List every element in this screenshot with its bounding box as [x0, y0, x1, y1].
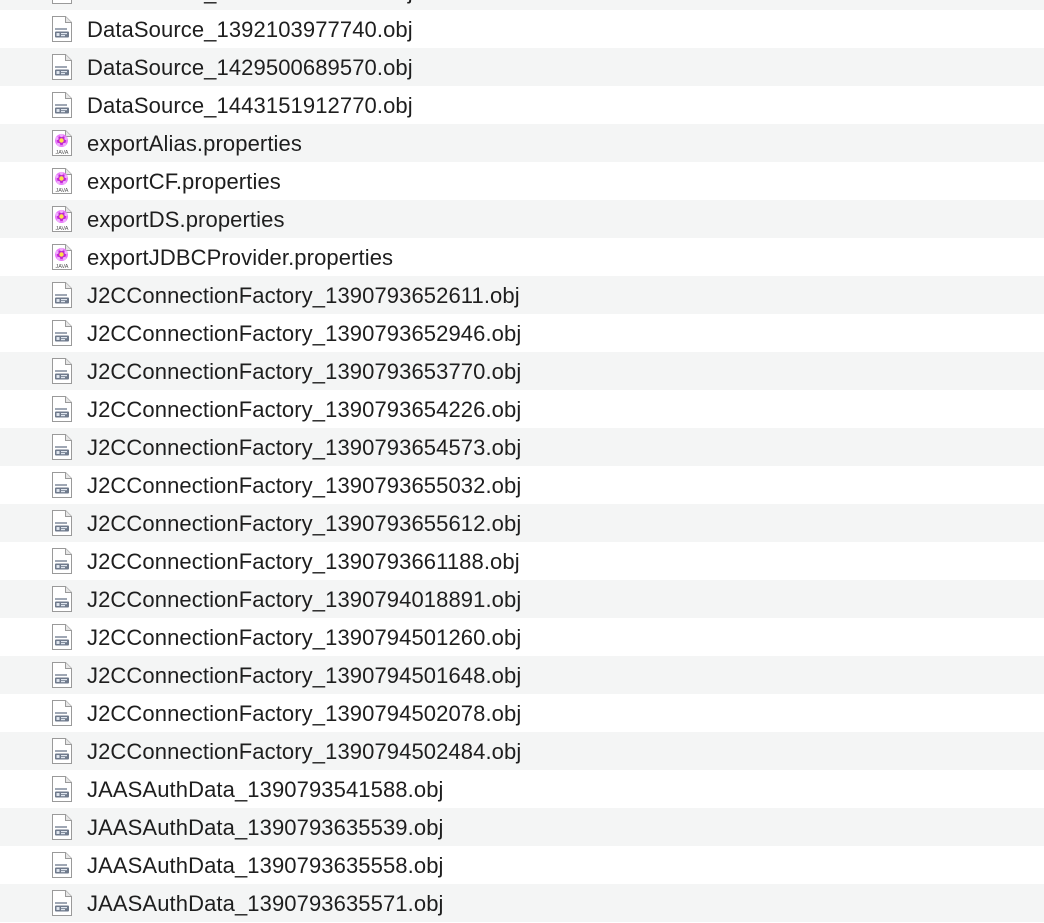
file-name: J2CConnectionFactory_1390794502078.obj — [87, 701, 522, 726]
obj-document-icon — [50, 395, 74, 423]
file-name: exportJDBCProvider.properties — [87, 245, 394, 270]
obj-document-icon — [50, 15, 74, 43]
svg-text:JAVA: JAVA — [56, 264, 69, 270]
file-name: JAASAuthData_1390793541588.obj — [87, 777, 444, 802]
file-row[interactable]: J2CConnectionFactory_1390793655032.obj — [0, 466, 1044, 504]
java-properties-icon: JAVA — [50, 129, 74, 157]
file-row[interactable]: J2CConnectionFactory_1390794502078.obj — [0, 694, 1044, 732]
svg-text:JAVA: JAVA — [56, 226, 69, 232]
obj-document-icon — [50, 623, 74, 651]
file-name: JAASAuthData_1390793635539.obj — [87, 815, 444, 840]
file-row[interactable]: J2CConnectionFactory_1390794018891.obj — [0, 580, 1044, 618]
obj-document-icon — [50, 471, 74, 499]
java-properties-icon: JAVA — [50, 167, 74, 195]
file-name: DataSource_1429500689570.obj — [87, 55, 413, 80]
file-name: J2CConnectionFactory_1390793652946.obj — [87, 321, 522, 346]
obj-document-icon — [50, 91, 74, 119]
file-row[interactable]: J2CConnectionFactory_1390794501260.obj — [0, 618, 1044, 656]
file-name: J2CConnectionFactory_1390793661188.obj — [87, 549, 520, 574]
file-name: J2CConnectionFactory_1390794018891.obj — [87, 587, 522, 612]
file-row[interactable]: J2CConnectionFactory_1390793654573.obj — [0, 428, 1044, 466]
java-properties-icon: JAVA — [50, 243, 74, 271]
obj-document-icon — [50, 585, 74, 613]
file-list: DataSource_1390793603219.obj DataSource_… — [0, 0, 1044, 922]
obj-document-icon — [50, 0, 74, 5]
file-name: J2CConnectionFactory_1390793653770.obj — [87, 359, 522, 384]
obj-document-icon — [50, 53, 74, 81]
file-row[interactable]: DataSource_1390793603219.obj — [0, 0, 1044, 10]
file-name: J2CConnectionFactory_1390794501648.obj — [87, 663, 522, 688]
file-row[interactable]: JAVA exportJDBCProvider.properties — [0, 238, 1044, 276]
file-name: J2CConnectionFactory_1390794501260.obj — [87, 625, 522, 650]
file-row[interactable]: DataSource_1443151912770.obj — [0, 86, 1044, 124]
file-name: J2CConnectionFactory_1390793654573.obj — [87, 435, 522, 460]
file-row[interactable]: JAVA exportDS.properties — [0, 200, 1044, 238]
file-row[interactable]: J2CConnectionFactory_1390793654226.obj — [0, 390, 1044, 428]
obj-document-icon — [50, 319, 74, 347]
file-row[interactable]: DataSource_1392103977740.obj — [0, 10, 1044, 48]
obj-document-icon — [50, 281, 74, 309]
obj-document-icon — [50, 509, 74, 537]
file-row[interactable]: J2CConnectionFactory_1390793655612.obj — [0, 504, 1044, 542]
file-name: J2CConnectionFactory_1390793654226.obj — [87, 397, 522, 422]
file-row[interactable]: JAVA exportAlias.properties — [0, 124, 1044, 162]
file-name: DataSource_1443151912770.obj — [87, 93, 413, 118]
obj-document-icon — [50, 547, 74, 575]
obj-document-icon — [50, 889, 74, 917]
file-row[interactable]: J2CConnectionFactory_1390793661188.obj — [0, 542, 1044, 580]
obj-document-icon — [50, 661, 74, 689]
svg-text:JAVA: JAVA — [56, 188, 69, 194]
file-row[interactable]: DataSource_1429500689570.obj — [0, 48, 1044, 86]
svg-text:JAVA: JAVA — [56, 150, 69, 156]
obj-document-icon — [50, 851, 74, 879]
obj-document-icon — [50, 775, 74, 803]
obj-document-icon — [50, 433, 74, 461]
file-name: JAASAuthData_1390793635558.obj — [87, 853, 444, 878]
file-name: J2CConnectionFactory_1390793655032.obj — [87, 473, 522, 498]
file-name: exportDS.properties — [87, 207, 285, 232]
obj-document-icon — [50, 357, 74, 385]
file-row[interactable]: J2CConnectionFactory_1390793653770.obj — [0, 352, 1044, 390]
obj-document-icon — [50, 813, 74, 841]
file-name: DataSource_1392103977740.obj — [87, 17, 413, 42]
file-row[interactable]: JAASAuthData_1390793541588.obj — [0, 770, 1044, 808]
file-name: J2CConnectionFactory_1390794502484.obj — [87, 739, 522, 764]
file-name: J2CConnectionFactory_1390793652611.obj — [87, 283, 520, 308]
file-name: exportCF.properties — [87, 169, 281, 194]
file-name: DataSource_1390793603219.obj — [87, 0, 413, 10]
obj-document-icon — [50, 699, 74, 727]
obj-document-icon — [50, 737, 74, 765]
file-row[interactable]: J2CConnectionFactory_1390793652946.obj — [0, 314, 1044, 352]
java-properties-icon: JAVA — [50, 205, 74, 233]
file-name: J2CConnectionFactory_1390793655612.obj — [87, 511, 522, 536]
file-row[interactable]: J2CConnectionFactory_1390794501648.obj — [0, 656, 1044, 694]
file-name: exportAlias.properties — [87, 131, 302, 156]
file-row[interactable]: JAASAuthData_1390793635539.obj — [0, 808, 1044, 846]
file-row[interactable]: J2CConnectionFactory_1390794502484.obj — [0, 732, 1044, 770]
file-row[interactable]: J2CConnectionFactory_1390793652611.obj — [0, 276, 1044, 314]
file-row[interactable]: JAVA exportCF.properties — [0, 162, 1044, 200]
file-row[interactable]: JAASAuthData_1390793635558.obj — [0, 846, 1044, 884]
